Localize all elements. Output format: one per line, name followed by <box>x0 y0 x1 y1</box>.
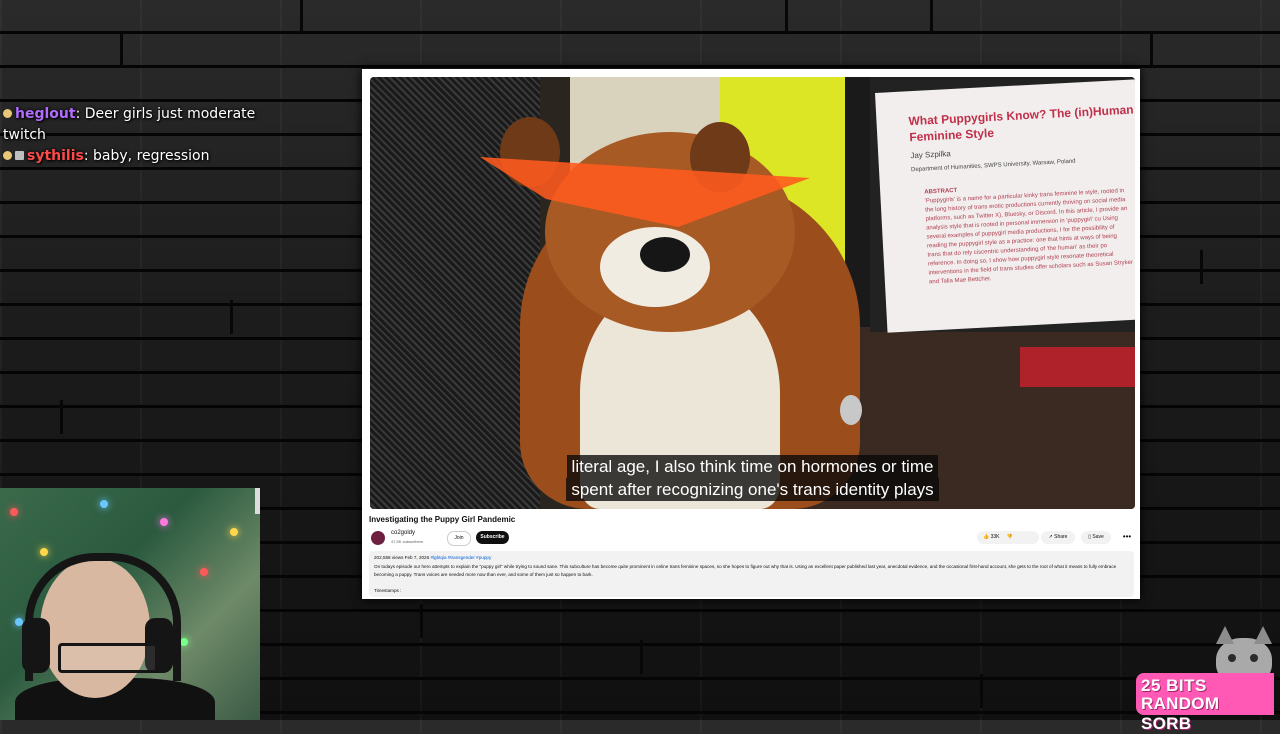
chat-message: sythilis: baby, regression <box>3 146 263 167</box>
views-date: 202,558 views Feb 7, 2026 <box>374 555 430 560</box>
badge-icon <box>3 109 12 118</box>
paper-department: Department of Humanities, SWPS Universit… <box>910 158 1076 174</box>
timestamps-label: Timestamps : <box>374 588 402 593</box>
webcam-feed <box>0 488 260 720</box>
webcam-frame-edge <box>255 488 260 514</box>
wood-seam <box>300 0 303 34</box>
video-player[interactable]: What Puppygirls Know? The (in)Human Femi… <box>370 77 1135 509</box>
video-description[interactable]: 202,558 views Feb 7, 2026 #lgbtqia #tran… <box>369 551 1134 597</box>
subtitle-line: spent after recognizing one's trans iden… <box>566 478 939 501</box>
string-light <box>40 548 48 556</box>
bits-goal-widget: 25 BITS RANDOM SORB <box>1136 673 1274 733</box>
bits-count: 25 BITS <box>1141 676 1207 695</box>
thumbs-up-icon: 👍 <box>983 534 990 540</box>
wood-seam <box>420 604 423 638</box>
wood-seam <box>930 0 933 34</box>
share-icon: ↗ <box>1048 534 1053 540</box>
headphone-cup <box>22 618 50 673</box>
hashtags[interactable]: #lgbtqia #transgender #puppy <box>430 555 491 560</box>
badge-icon <box>3 151 12 160</box>
string-light <box>100 500 108 508</box>
string-light <box>160 518 168 526</box>
chat-text: : baby, regression <box>83 148 210 164</box>
browser-capture: What Puppygirls Know? The (in)Human Femi… <box>362 69 1140 599</box>
paper-title: What Puppygirls Know? The (in)Human Femi… <box>908 102 1134 145</box>
paper-document: What Puppygirls Know? The (in)Human Femi… <box>875 79 1135 333</box>
channel-avatar[interactable] <box>371 531 385 545</box>
chat-message: heglout: Deer girls just moderate twitch <box>3 104 263 146</box>
video-title: Investigating the Puppy Girl Pandemic <box>369 515 516 524</box>
channel-name[interactable]: co2goldy <box>391 530 415 536</box>
string-light <box>10 508 18 516</box>
like-button[interactable]: 👍 33K 👎 <box>977 531 1039 544</box>
abstract-text: 'Puppygirls' is a name for a particular … <box>924 188 1134 286</box>
string-light <box>180 638 188 646</box>
wood-seam <box>1200 250 1203 284</box>
bookmark-icon: ▯ <box>1088 534 1091 540</box>
description-text: On todays episode our hero attempts to e… <box>374 564 1117 577</box>
share-button[interactable]: ↗ Share <box>1041 531 1075 544</box>
string-light <box>200 568 208 576</box>
description-stats: 202,558 views Feb 7, 2026 #lgbtqia #tran… <box>374 555 491 560</box>
thumbs-down-icon[interactable]: 👎 <box>1007 534 1013 540</box>
wood-seam <box>785 0 788 34</box>
share-label: Share <box>1054 534 1068 540</box>
wood-seam <box>230 300 233 334</box>
save-button[interactable]: ▯ Save <box>1081 531 1111 544</box>
chat-username: heglout <box>15 106 76 122</box>
join-button[interactable]: Join <box>447 531 471 546</box>
wood-seam <box>980 674 983 708</box>
wood-seam <box>120 34 123 68</box>
subtitle-line: literal age, I also think time on hormon… <box>566 455 939 478</box>
paper-abstract: ABSTRACT 'Puppygirls' is a name for a pa… <box>924 178 1134 299</box>
fox-plush-nose <box>640 237 690 272</box>
channel-subscribers: 47.5K subscribers <box>391 539 424 544</box>
gift-badge-icon <box>15 151 24 160</box>
like-count: 33K <box>990 534 1000 540</box>
more-options-button[interactable]: ••• <box>1120 531 1134 544</box>
paper-author: Jay Szpilka <box>910 149 951 161</box>
chat-username: sythilis <box>27 148 84 164</box>
glasses-icon <box>58 643 158 673</box>
string-light <box>230 528 238 536</box>
video-meta: Investigating the Puppy Girl Pandemic co… <box>369 513 1134 599</box>
subscribe-button[interactable]: Subscribe <box>476 531 509 544</box>
bits-user: RANDOM SORB <box>1141 694 1220 733</box>
wood-seam <box>640 640 643 674</box>
save-label: Save <box>1092 534 1104 540</box>
wood-seam <box>1150 34 1153 68</box>
computer-mouse <box>840 395 862 425</box>
wood-seam <box>60 400 63 434</box>
chat-overlay: heglout: Deer girls just moderate twitch… <box>3 104 263 167</box>
subtitles: literal age, I also think time on hormon… <box>370 455 1135 501</box>
red-keyboard <box>1020 347 1135 387</box>
